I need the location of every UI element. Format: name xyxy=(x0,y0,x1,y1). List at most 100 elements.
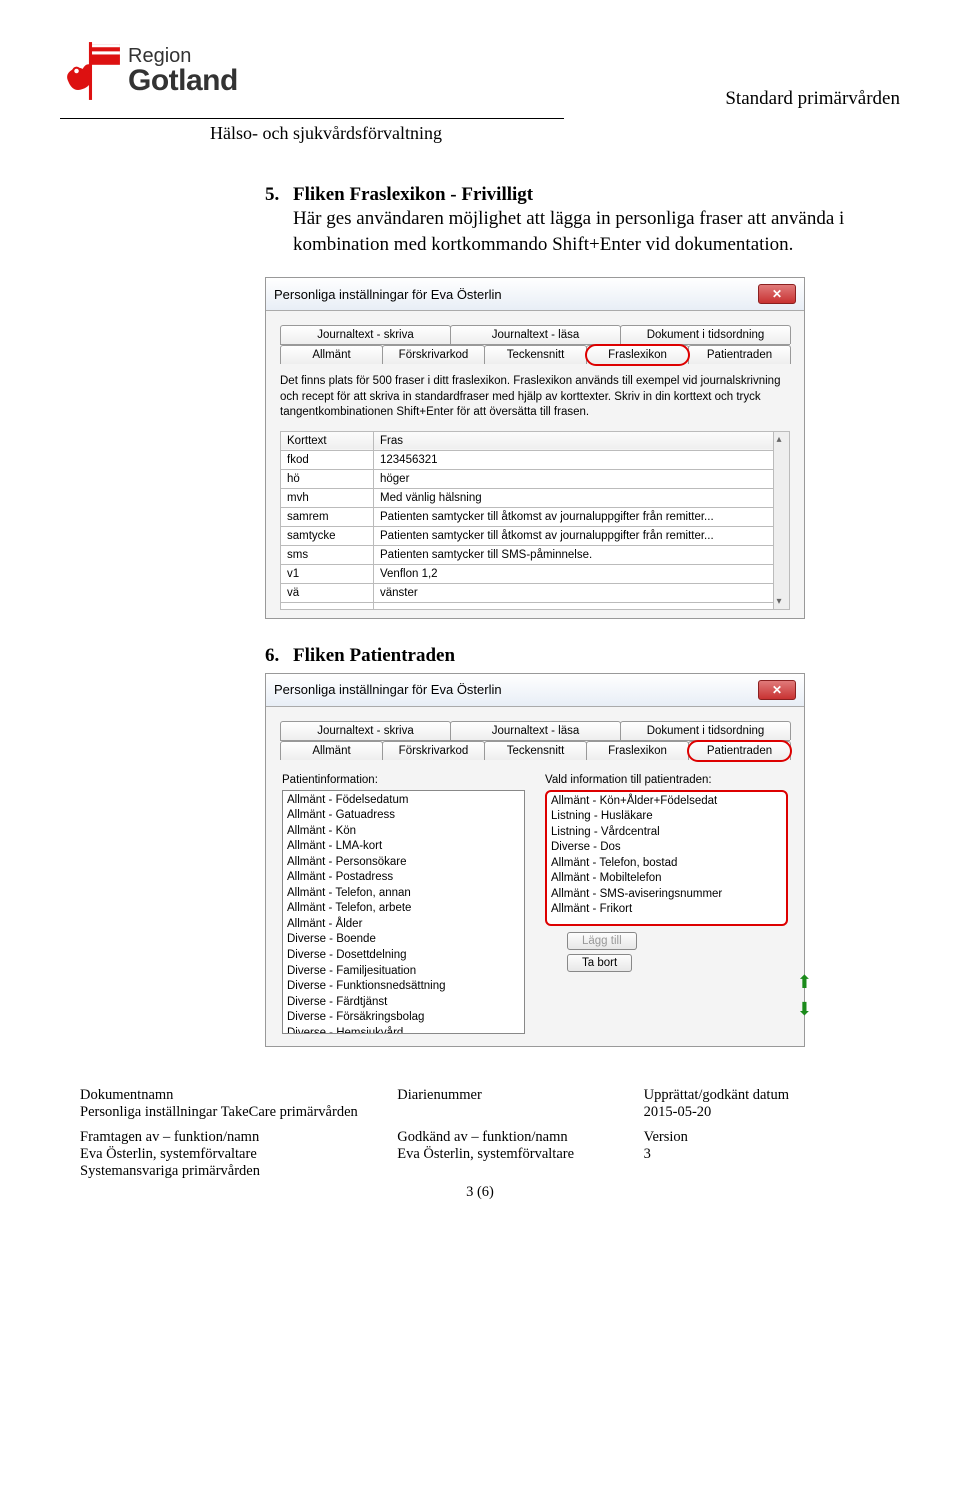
footer-dokumentnamn: Personliga inställningar TakeCare primär… xyxy=(80,1104,387,1121)
close-icon: ✕ xyxy=(772,287,782,301)
selected-info-list[interactable]: Allmänt - Kön+Ålder+FödelsedatListning -… xyxy=(545,790,788,926)
cell-fras[interactable]: Patienten samtycker till SMS-påminnelse. xyxy=(374,545,774,564)
list-item[interactable]: Allmänt - SMS-aviseringsnummer xyxy=(551,887,782,903)
table-row[interactable]: fkod123456321 xyxy=(281,450,774,469)
header-subhead: Hälso- och sjukvårdsförvaltning xyxy=(210,123,900,144)
list-item[interactable]: Allmänt - Frikort xyxy=(551,902,782,918)
tab-förskrivarkod[interactable]: Förskrivarkod xyxy=(382,345,485,364)
logo-text-2: Gotland xyxy=(128,66,238,96)
cell-korttext[interactable]: fkod xyxy=(281,450,374,469)
list-item[interactable]: Diverse - Boende xyxy=(287,932,520,948)
left-list-label: Patientinformation: xyxy=(282,774,525,786)
footer-version-label: Version xyxy=(644,1129,880,1146)
screenshot-fraslexikon: Personliga inställningar för Eva Österli… xyxy=(265,277,805,619)
tab-allmänt[interactable]: Allmänt xyxy=(280,741,383,760)
list-item[interactable]: Diverse - Familjesituation xyxy=(287,964,520,980)
section-5-body: Här ges användaren möjlighet att lägga i… xyxy=(293,206,860,257)
list-item[interactable]: Diverse - Försäkringsbolag xyxy=(287,1010,520,1026)
tab-patientraden[interactable]: Patientraden xyxy=(688,345,791,364)
list-item[interactable]: Allmänt - Kön xyxy=(287,824,520,840)
cell-korttext[interactable]: samtycke xyxy=(281,526,374,545)
tab-dokument-i-tidsordning[interactable]: Dokument i tidsordning xyxy=(620,325,791,344)
tab-journaltext-läsa[interactable]: Journaltext - läsa xyxy=(450,325,621,344)
tab-journaltext-skriva[interactable]: Journaltext - skriva xyxy=(280,721,451,740)
cell-fras[interactable]: 123456321 xyxy=(374,450,774,469)
cell-korttext[interactable]: v1 xyxy=(281,564,374,583)
tab-teckensnitt[interactable]: Teckensnitt xyxy=(484,345,587,364)
add-button[interactable]: Lägg till xyxy=(567,932,637,950)
footer-datum: 2015-05-20 xyxy=(644,1104,880,1121)
close-button[interactable]: ✕ xyxy=(758,680,796,700)
cell-korttext[interactable]: hö xyxy=(281,469,374,488)
cell-fras[interactable]: höger xyxy=(374,469,774,488)
list-item[interactable]: Allmänt - Födelsedatum xyxy=(287,793,520,809)
move-down-icon[interactable]: ⬇ xyxy=(797,999,812,1020)
tab-förskrivarkod[interactable]: Förskrivarkod xyxy=(382,741,485,760)
document-footer: Dokumentnamn Diarienummer Upprättat/godk… xyxy=(60,1087,900,1180)
list-item[interactable]: Diverse - Dosettdelning xyxy=(287,948,520,964)
table-row[interactable]: smsPatienten samtycker till SMS-påminnel… xyxy=(281,545,774,564)
cell-fras[interactable]: Venflon 1,2 xyxy=(374,564,774,583)
cell-korttext[interactable]: vä xyxy=(281,583,374,602)
tab-teckensnitt[interactable]: Teckensnitt xyxy=(484,741,587,760)
list-item[interactable]: Allmänt - Mobiltelefon xyxy=(551,871,782,887)
table-row[interactable]: samremPatienten samtycker till åtkomst a… xyxy=(281,507,774,526)
header-category: Standard primärvården xyxy=(725,88,900,110)
list-item[interactable]: Diverse - Dos xyxy=(551,840,782,856)
screenshot-patientraden: Personliga inställningar för Eva Österli… xyxy=(265,673,805,1047)
list-item[interactable]: Allmänt - Gatuadress xyxy=(287,808,520,824)
tab-allmänt[interactable]: Allmänt xyxy=(280,345,383,364)
section-5-title: Fliken Fraslexikon - Frivilligt xyxy=(293,184,533,205)
tab-patientraden[interactable]: Patientraden xyxy=(688,741,791,760)
list-item[interactable]: Allmänt - LMA-kort xyxy=(287,839,520,855)
section-6-title: Fliken Patientraden xyxy=(293,645,455,666)
table-row[interactable]: samtyckePatienten samtycker till åtkomst… xyxy=(281,526,774,545)
close-button[interactable]: ✕ xyxy=(758,284,796,304)
window-title: Personliga inställningar för Eva Österli… xyxy=(274,682,502,697)
tab-journaltext-skriva[interactable]: Journaltext - skriva xyxy=(280,325,451,344)
tab-fraslexikon[interactable]: Fraslexikon xyxy=(586,741,689,760)
col-korttext[interactable]: Korttext xyxy=(281,431,374,450)
list-item[interactable]: Allmänt - Telefon, bostad xyxy=(551,856,782,872)
available-info-list[interactable]: Allmänt - FödelsedatumAllmänt - Gatuadre… xyxy=(282,790,525,1034)
tab-dokument-i-tidsordning[interactable]: Dokument i tidsordning xyxy=(620,721,791,740)
list-item[interactable]: Allmänt - Personsökare xyxy=(287,855,520,871)
section-6-number: 6. xyxy=(265,645,289,667)
table-row[interactable]: mvhMed vänlig hälsning xyxy=(281,488,774,507)
cell-fras[interactable]: vänster xyxy=(374,583,774,602)
footer-godkand: Eva Österlin, systemförvaltare xyxy=(397,1146,633,1163)
cell-korttext[interactable]: sms xyxy=(281,545,374,564)
list-item[interactable]: Allmänt - Ålder xyxy=(287,917,520,933)
remove-button[interactable]: Ta bort xyxy=(567,954,632,972)
footer-framtagen-label: Framtagen av – funktion/namn xyxy=(80,1129,387,1146)
table-row[interactable]: v1Venflon 1,2 xyxy=(281,564,774,583)
cell-korttext[interactable] xyxy=(281,602,374,609)
list-item[interactable]: Listning - Husläkare xyxy=(551,809,782,825)
list-item[interactable]: Allmänt - Telefon, arbete xyxy=(287,901,520,917)
scrollbar[interactable] xyxy=(774,431,790,610)
cell-fras[interactable]: Patienten samtycker till åtkomst av jour… xyxy=(374,507,774,526)
list-item[interactable]: Diverse - Färdtjänst xyxy=(287,995,520,1011)
tab-container: Journaltext - skrivaJournaltext - läsaDo… xyxy=(280,325,790,364)
page-number: 3 (6) xyxy=(60,1184,900,1201)
cell-korttext[interactable]: mvh xyxy=(281,488,374,507)
section-5-number: 5. xyxy=(265,184,289,206)
cell-fras[interactable]: Med vänlig hälsning xyxy=(374,488,774,507)
list-item[interactable]: Allmänt - Kön+Ålder+Födelsedat xyxy=(551,794,782,810)
table-row[interactable] xyxy=(281,602,774,609)
move-up-icon[interactable]: ⬆ xyxy=(797,972,812,993)
cell-fras[interactable]: Patienten samtycker till åtkomst av jour… xyxy=(374,526,774,545)
table-row[interactable]: vävänster xyxy=(281,583,774,602)
reorder-arrows: ⬆ ⬇ xyxy=(797,972,812,1020)
col-fras[interactable]: Fras xyxy=(374,431,774,450)
cell-fras[interactable] xyxy=(374,602,774,609)
list-item[interactable]: Allmänt - Telefon, annan xyxy=(287,886,520,902)
list-item[interactable]: Listning - Vårdcentral xyxy=(551,825,782,841)
cell-korttext[interactable]: samrem xyxy=(281,507,374,526)
tab-journaltext-läsa[interactable]: Journaltext - läsa xyxy=(450,721,621,740)
tab-fraslexikon[interactable]: Fraslexikon xyxy=(586,345,689,364)
list-item[interactable]: Diverse - Hemsjukvård xyxy=(287,1026,520,1034)
list-item[interactable]: Diverse - Funktionsnedsättning xyxy=(287,979,520,995)
table-row[interactable]: höhöger xyxy=(281,469,774,488)
list-item[interactable]: Allmänt - Postadress xyxy=(287,870,520,886)
